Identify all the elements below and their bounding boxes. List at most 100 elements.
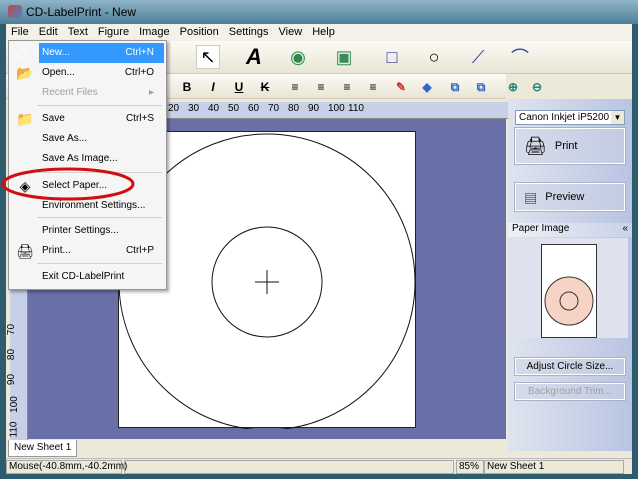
image-tool-icon[interactable]: ▣: [332, 45, 356, 69]
rectangle-tool-icon[interactable]: □: [380, 45, 404, 69]
menu-view[interactable]: View: [274, 24, 308, 41]
menu-text[interactable]: Text: [63, 24, 93, 41]
printer-select[interactable]: Canon Inkjet iP5200 ▼: [515, 110, 625, 125]
ruler-tick-label: 30: [188, 103, 200, 114]
menu-item-recent-files[interactable]: Recent Files ▸: [11, 83, 164, 103]
zoom-in-icon[interactable]: ⊕: [504, 78, 522, 96]
menu-bar: File Edit Text Figure Image Position Set…: [6, 24, 632, 41]
right-panel: Canon Inkjet iP5200 ▼ 🖨 Print ▤ Preview Pap…: [508, 99, 632, 451]
menu-item-label: Recent Files: [42, 87, 98, 98]
menu-item-exit-cd-labelprint[interactable]: Exit CD-LabelPrint: [11, 267, 164, 287]
menu-item-new[interactable]: ◇ New... Ctrl+N: [18, 43, 164, 63]
menu-item-save-as[interactable]: Save As...: [11, 129, 164, 149]
ruler-tick-label: 70: [268, 103, 280, 114]
chevron-down-icon[interactable]: ▼: [611, 111, 624, 124]
text-tool-icon[interactable]: A: [242, 44, 266, 69]
adjust-circle-size-button[interactable]: Adjust Circle Size...: [514, 357, 626, 376]
top-ruler: 20 30 40 50 60 70 80 90 100 110: [146, 102, 508, 119]
preview-label: Preview: [545, 191, 585, 203]
bring-front-icon[interactable]: ⧉: [446, 78, 464, 96]
center-crosshair: [255, 270, 279, 294]
printer-icon: 🖨: [16, 243, 34, 259]
menu-item-label: Print...: [42, 245, 71, 256]
arc-tool-icon[interactable]: ⌒: [508, 45, 532, 69]
status-empty: [124, 460, 454, 474]
menu-position[interactable]: Position: [175, 24, 224, 41]
line-color-icon[interactable]: ✎: [392, 78, 410, 96]
red-annotation-ellipse: [1, 167, 135, 201]
zoom-level: 85%: [456, 460, 484, 474]
menu-settings[interactable]: Settings: [224, 24, 274, 41]
menu-item-shortcut: Ctrl+N: [125, 47, 154, 58]
submenu-arrow-icon: ▸: [148, 87, 154, 98]
ruler-tick-label: 60: [248, 103, 260, 114]
align-left-icon[interactable]: ≡: [286, 78, 304, 96]
fill-color-icon[interactable]: ◆: [418, 78, 436, 96]
ruler-tick-label: 40: [208, 103, 220, 114]
menu-item-shortcut: Ctrl+P: [125, 245, 154, 256]
menu-item-save[interactable]: 📁 Save Ctrl+S: [11, 109, 164, 129]
title-bar: CD-LabelPrint - New: [0, 0, 638, 24]
mouse-position: Mouse(-40.8mm,-40.2mm): [6, 460, 127, 474]
menu-item-label: Open...: [42, 67, 75, 78]
print-button[interactable]: 🖨 Print: [514, 127, 626, 165]
menu-item-open[interactable]: 📂 Open... Ctrl+O: [11, 63, 164, 83]
menu-item-shortcut: Ctrl+S: [125, 113, 154, 124]
send-back-icon[interactable]: ⧉: [472, 78, 490, 96]
paper-image-label: Paper Image: [512, 223, 570, 234]
align-right-icon[interactable]: ≡: [338, 78, 356, 96]
app-icon: [8, 5, 22, 18]
preview-icon: ▤: [524, 188, 538, 205]
open-folder-icon: 📂: [16, 65, 34, 81]
menu-item-printer-settings[interactable]: Printer Settings...: [11, 221, 164, 241]
collapse-icon[interactable]: «: [622, 223, 628, 234]
menu-item-label: Printer Settings...: [42, 225, 119, 236]
line-tool-icon[interactable]: ⟋: [466, 45, 490, 69]
menu-figure[interactable]: Figure: [93, 24, 134, 41]
menu-separator: [37, 105, 162, 106]
menu-edit[interactable]: Edit: [34, 24, 63, 41]
align-center-icon[interactable]: ≡: [312, 78, 330, 96]
menu-item-print[interactable]: 🖨 Print... Ctrl+P: [11, 241, 164, 261]
menu-item-label: Save As...: [42, 133, 88, 144]
italic-button[interactable]: I: [204, 78, 222, 96]
save-folder-icon: 📁: [16, 111, 34, 127]
status-bar: Mouse(-40.8mm,-40.2mm) 85% New Sheet 1: [6, 458, 632, 474]
ruler-tick-label: 110: [8, 421, 20, 438]
ruler-tick-label: 110: [348, 103, 364, 114]
ruler-tick-label: 20: [168, 103, 180, 114]
printer-name: Canon Inkjet iP5200: [519, 112, 610, 123]
menu-item-label: New...: [42, 47, 70, 58]
underline-button[interactable]: U: [230, 78, 248, 96]
strikethrough-button[interactable]: K: [256, 78, 274, 96]
bold-button[interactable]: B: [178, 78, 196, 96]
printer-icon: 🖨: [524, 135, 547, 156]
ruler-tick-label: 80: [288, 103, 300, 114]
menu-separator: [37, 217, 162, 218]
menu-item-shortcut: Ctrl+O: [124, 67, 154, 78]
preview-button[interactable]: ▤ Preview: [514, 182, 626, 212]
ruler-tick-label: 100: [328, 103, 345, 114]
paper-image-preview: [510, 238, 628, 338]
ruler-tick-label: 80: [6, 348, 18, 361]
justify-icon[interactable]: ≡: [364, 78, 382, 96]
menu-file[interactable]: File: [6, 24, 34, 41]
print-label: Print: [554, 140, 578, 152]
paper-thumbnail: [541, 244, 597, 338]
menu-help[interactable]: Help: [307, 24, 340, 41]
menu-separator: [37, 263, 162, 264]
tab-new-sheet-1[interactable]: New Sheet 1: [8, 440, 78, 457]
zoom-out-icon[interactable]: ⊖: [528, 78, 546, 96]
ruler-tick-label: 50: [228, 103, 240, 114]
menu-item-label: Save: [42, 113, 65, 124]
menu-image[interactable]: Image: [134, 24, 175, 41]
ruler-tick-label: 100: [8, 396, 20, 413]
disc-image-icon[interactable]: ◉: [286, 45, 310, 69]
circle-tool-icon[interactable]: ○: [422, 45, 446, 69]
paper-image-header[interactable]: Paper Image «: [508, 223, 632, 237]
background-trim-button[interactable]: Background Trim...: [514, 382, 626, 401]
select-pointer-icon[interactable]: ↖: [196, 45, 220, 69]
new-document-icon: ◇: [17, 45, 29, 61]
ruler-tick-label: 90: [308, 103, 320, 114]
sheet-tabs: New Sheet 1: [6, 440, 506, 458]
